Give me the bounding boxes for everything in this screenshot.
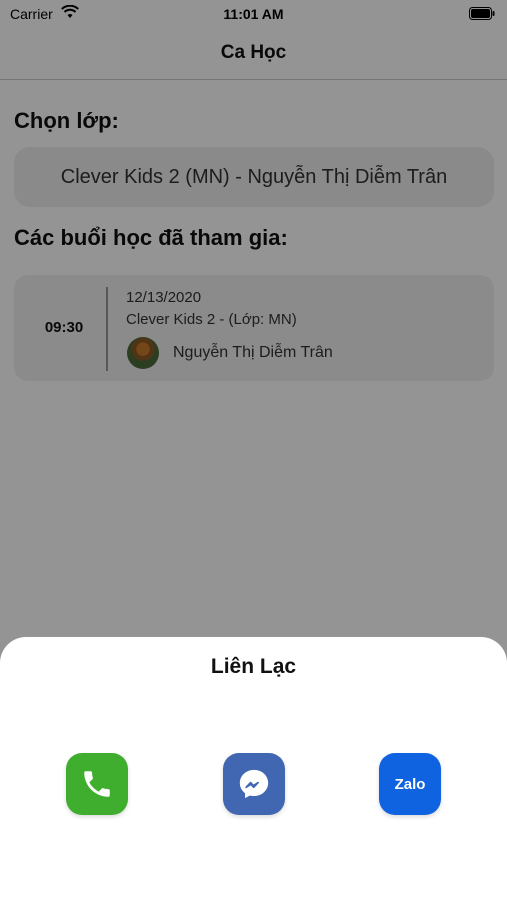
app-screen: Carrier 11:01 AM Ca Học Chọn lớp: Clever… — [0, 0, 507, 900]
phone-icon — [84, 771, 110, 797]
sheet-title: Liên Lạc — [210, 655, 297, 678]
zalo-button[interactable]: Zalo — [379, 753, 441, 815]
phone-button[interactable] — [66, 753, 128, 815]
contact-bottom-sheet: Liên Lạc Zalo — [0, 637, 507, 900]
messenger-button[interactable] — [223, 753, 285, 815]
zalo-icon: Zalo — [394, 775, 426, 793]
messenger-icon — [239, 769, 269, 799]
